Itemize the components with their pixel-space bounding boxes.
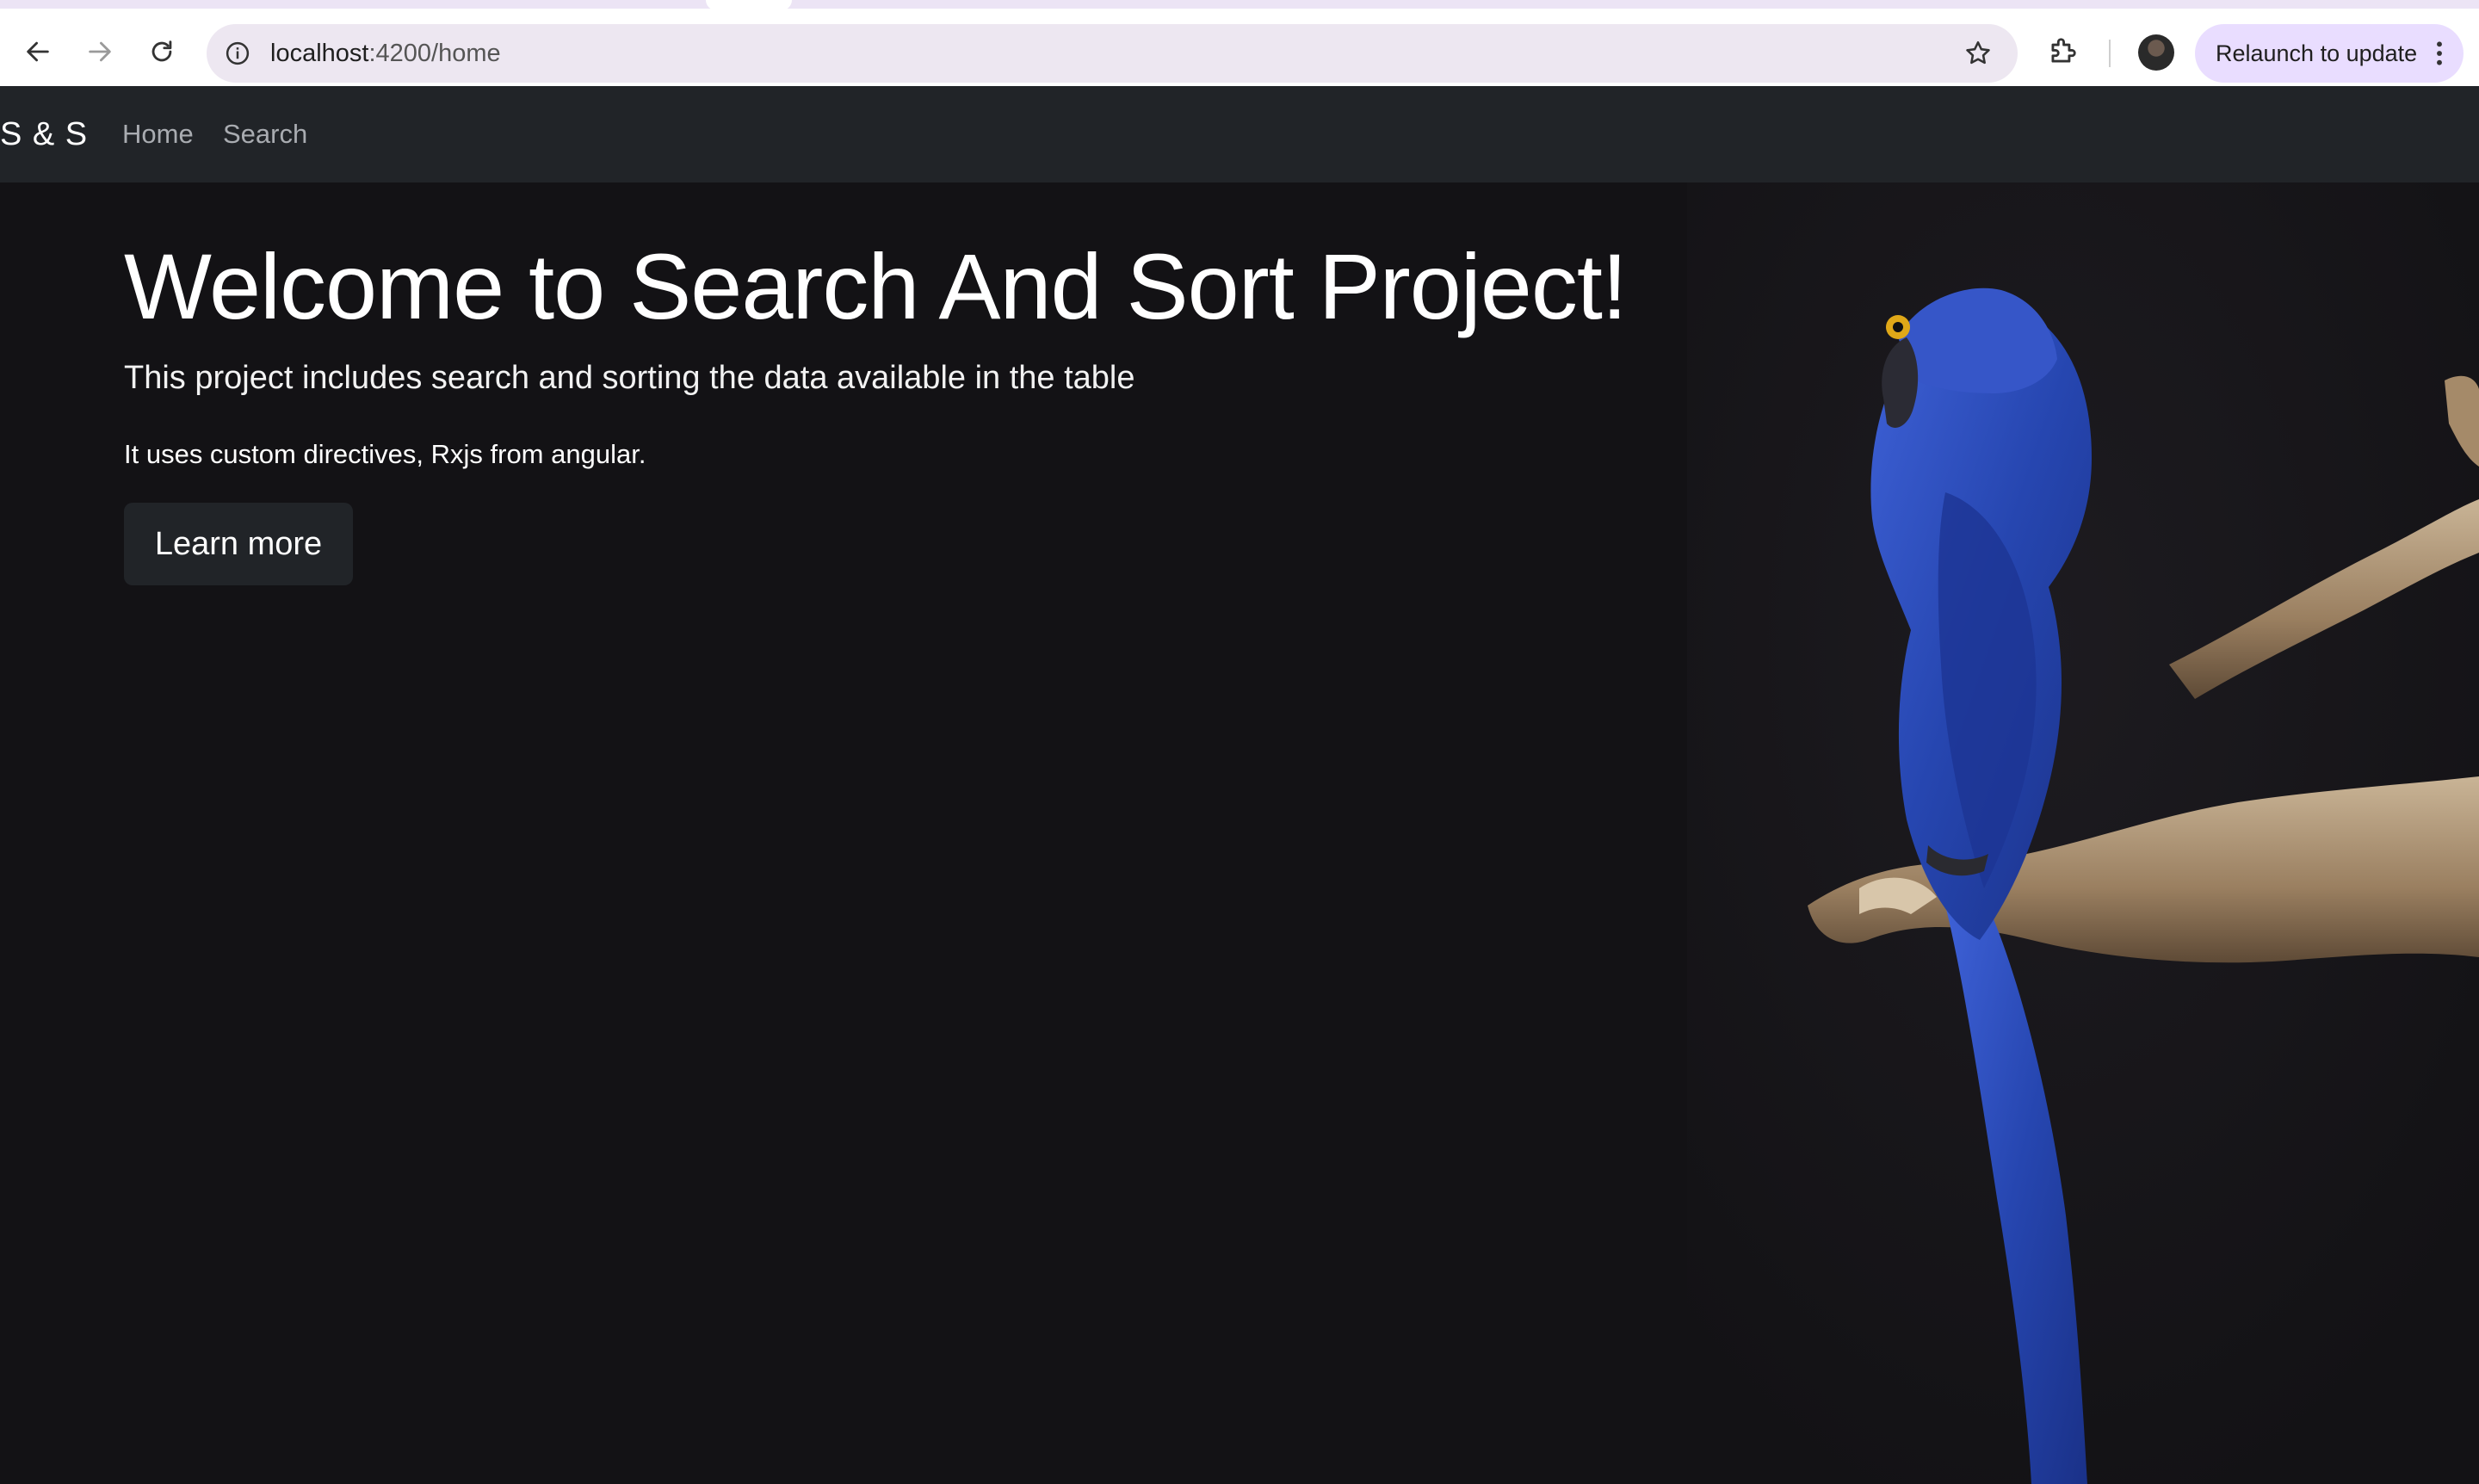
address-bar[interactable]: localhost:4200/home <box>207 24 2018 83</box>
extensions-button[interactable] <box>2042 31 2083 72</box>
extensions-icon <box>2051 38 2076 63</box>
reload-icon <box>151 40 172 62</box>
relaunch-label: Relaunch to update <box>2216 40 2418 66</box>
reload-button[interactable] <box>138 28 186 76</box>
nav-link-home[interactable]: Home <box>122 86 194 182</box>
navbar-brand[interactable]: S & S <box>0 86 88 182</box>
forward-arrow-icon <box>89 41 111 62</box>
url-text[interactable]: localhost:4200/home <box>270 24 501 83</box>
active-tab-edge <box>706 0 792 10</box>
parrot-photo <box>1687 182 2479 1484</box>
browser-toolbar: localhost:4200/home Relaunch to update <box>0 0 2479 86</box>
url-path: :4200/home <box>368 40 501 67</box>
bookmark-button[interactable] <box>1961 36 1995 71</box>
info-icon <box>226 41 250 65</box>
toolbar-divider <box>2109 40 2111 67</box>
site-info-button[interactable] <box>222 38 253 69</box>
hero-title: Welcome to Search And Sort Project! <box>124 234 1628 338</box>
app-navbar: S & S Home Search <box>0 86 2479 182</box>
learn-more-button[interactable]: Learn more <box>124 503 353 585</box>
hero-section: Welcome to Search And Sort Project! This… <box>0 182 2479 1484</box>
profile-avatar[interactable] <box>2138 34 2174 71</box>
forward-button[interactable] <box>76 28 124 76</box>
kebab-menu-icon[interactable] <box>2431 36 2448 71</box>
nav-link-search[interactable]: Search <box>223 86 307 182</box>
hero-text: It uses custom directives, Rxjs from ang… <box>124 439 646 469</box>
star-icon <box>1966 40 1990 65</box>
hero-lead: This project includes search and sorting… <box>124 360 1135 396</box>
back-arrow-icon <box>27 41 49 62</box>
url-host: localhost <box>270 40 369 67</box>
back-button[interactable] <box>14 28 62 76</box>
relaunch-button[interactable]: Relaunch to update <box>2195 24 2464 83</box>
